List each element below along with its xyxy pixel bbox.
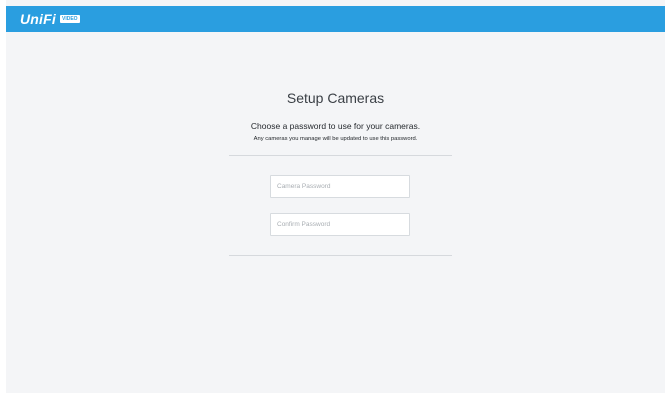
brand-badge: VIDEO bbox=[60, 15, 80, 23]
camera-password-input[interactable] bbox=[270, 175, 410, 198]
divider-bottom bbox=[229, 255, 452, 256]
confirm-password-input[interactable] bbox=[270, 213, 410, 236]
unifi-video-logo: UniFi VIDEO bbox=[20, 12, 80, 26]
setup-note: Any cameras you manage will be updated t… bbox=[253, 136, 418, 142]
divider-top bbox=[229, 155, 452, 156]
app-window: UniFi VIDEO Setup Cameras Choose a passw… bbox=[0, 0, 670, 393]
setup-panel: Setup Cameras Choose a password to use f… bbox=[6, 32, 665, 393]
top-bar: UniFi VIDEO bbox=[6, 6, 665, 32]
brand-name: UniFi bbox=[20, 11, 56, 27]
page-title: Setup Cameras bbox=[286, 90, 385, 106]
setup-subtitle: Choose a password to use for your camera… bbox=[250, 121, 421, 131]
